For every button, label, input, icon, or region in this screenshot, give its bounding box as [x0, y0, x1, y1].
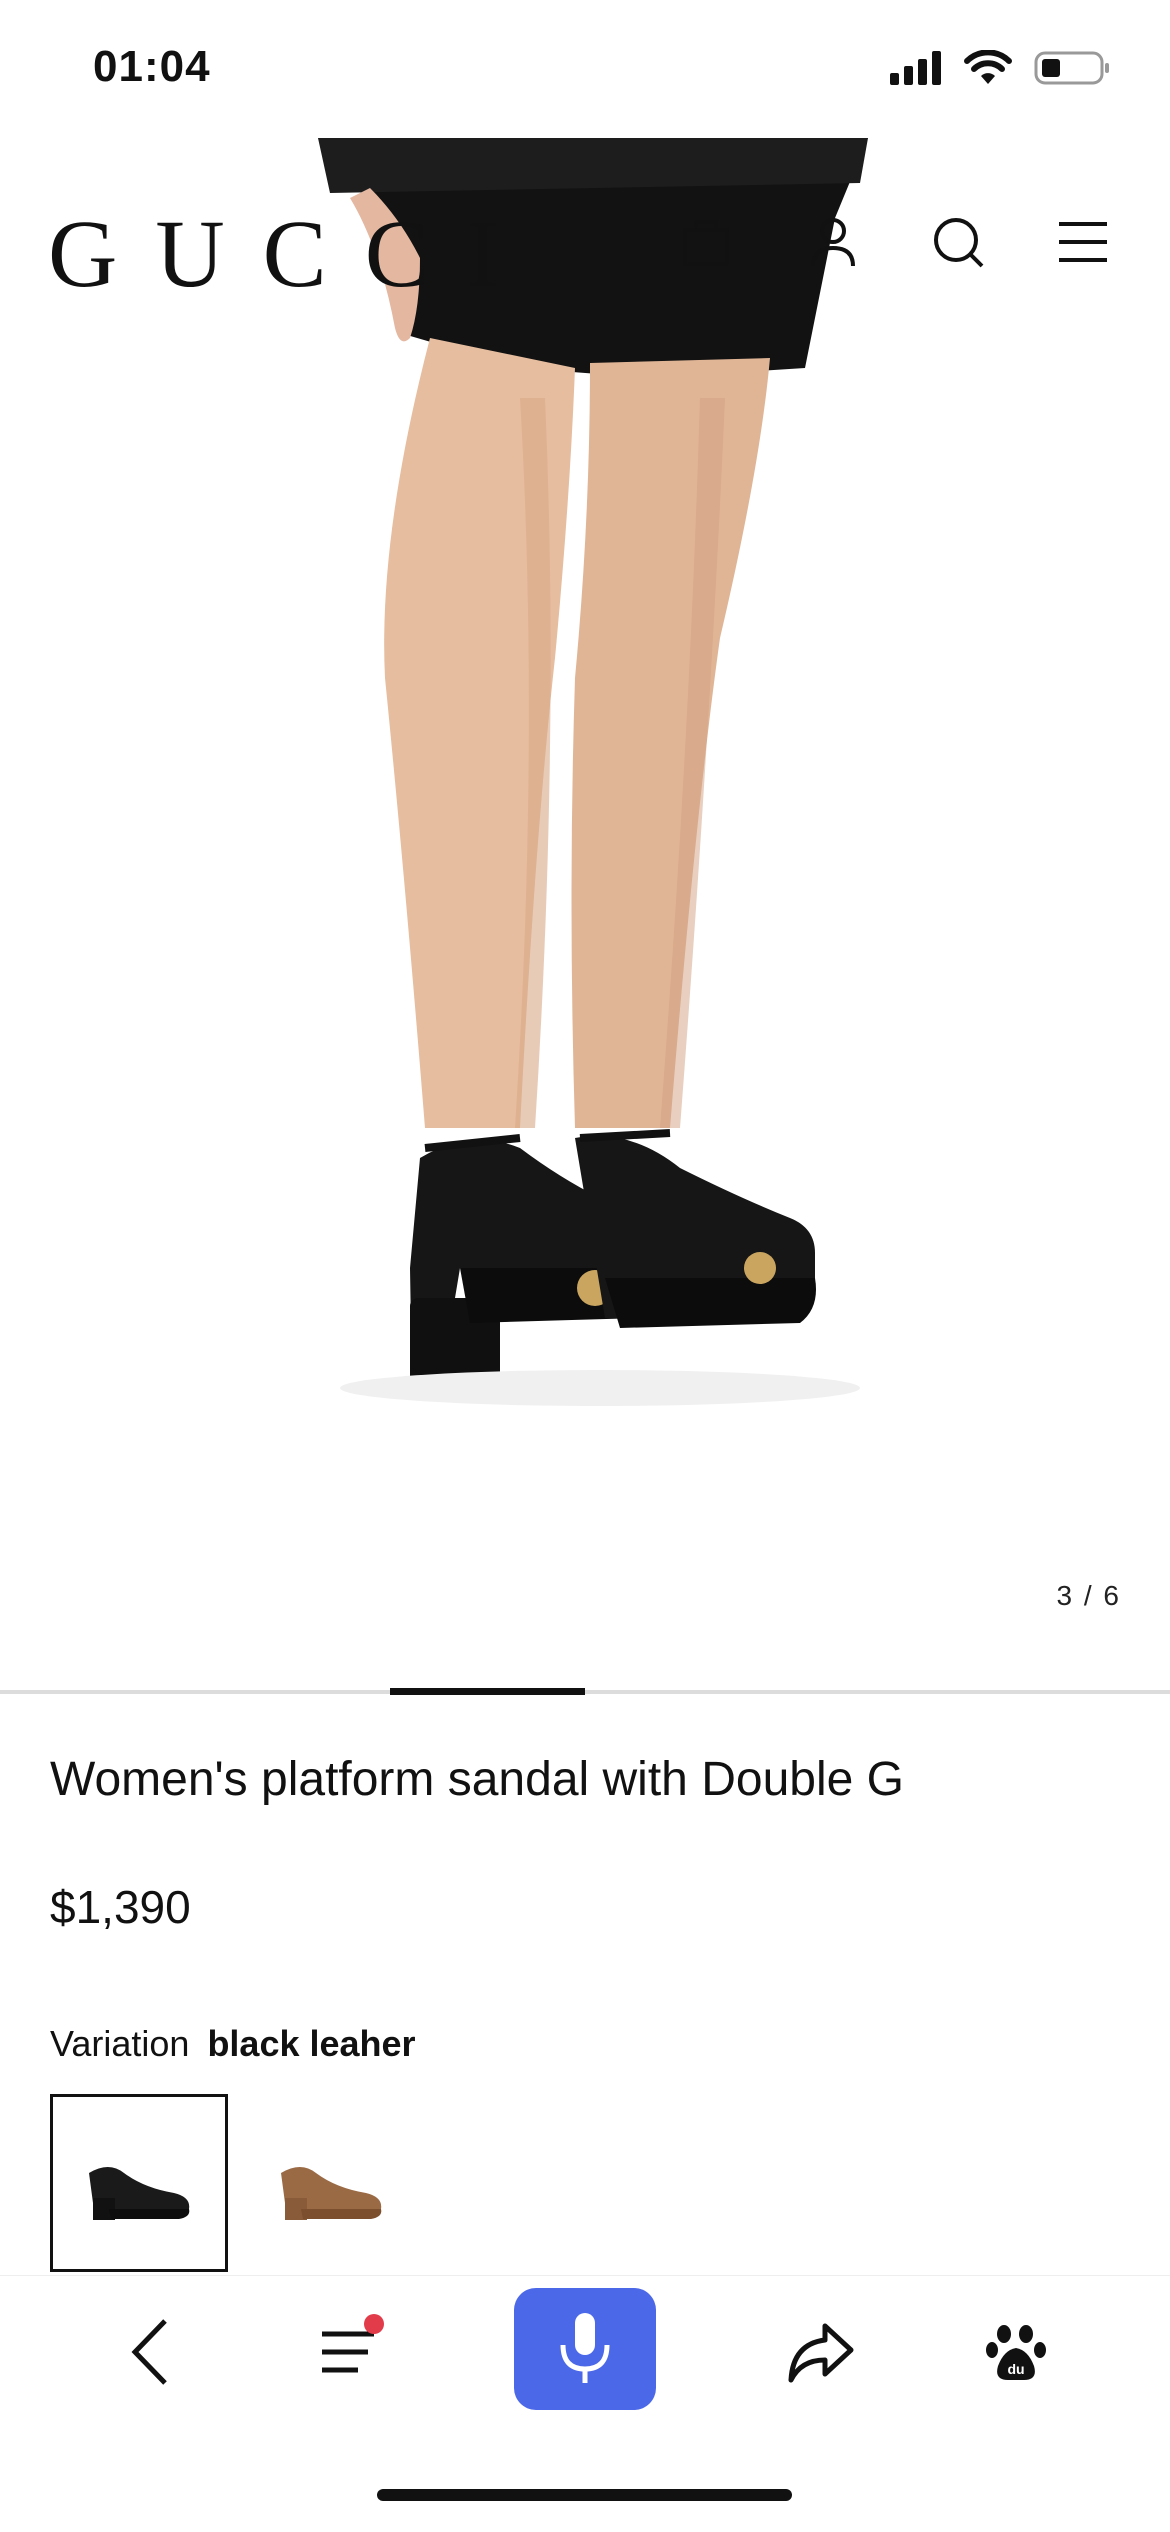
variation-swatches: [50, 2094, 420, 2272]
status-time: 01:04: [93, 42, 211, 91]
gallery-progress-fill: [390, 1688, 585, 1695]
variation-row: Variation black leaher: [50, 2023, 416, 2065]
back-icon: [131, 2319, 167, 2385]
swatch-black-leather[interactable]: [50, 2094, 228, 2272]
notification-dot: [364, 2314, 384, 2334]
wifi-icon: [964, 50, 1012, 84]
microphone-icon: [560, 2313, 610, 2383]
product-photo: [318, 138, 868, 1406]
back-button[interactable]: [102, 2302, 202, 2402]
gallery-counter: 3 / 6: [1056, 1580, 1121, 1611]
variation-label: Variation: [50, 2023, 190, 2064]
home-indicator[interactable]: [377, 2489, 792, 2501]
share-icon: [788, 2323, 854, 2383]
paw-icon: du: [986, 2325, 1046, 2380]
product-title: Women's platform sandal with Double G: [50, 1753, 904, 1806]
product-price: $1,390: [50, 1881, 191, 1933]
product-image[interactable]: [0, 138, 1170, 1693]
gallery-progress: [0, 1688, 1170, 1695]
tabs-button[interactable]: [300, 2302, 400, 2402]
search-icon[interactable]: [928, 212, 988, 272]
baidu-button[interactable]: du: [966, 2302, 1066, 2402]
share-button[interactable]: [770, 2302, 870, 2402]
swatch-brown-leather[interactable]: [242, 2094, 420, 2272]
site-header: GUCCI: [0, 190, 1170, 310]
variation-value: black leaher: [207, 2023, 416, 2064]
shopping-bag-icon[interactable]: [676, 212, 736, 272]
battery-icon: [1034, 51, 1109, 85]
brown-sandal-thumb: [281, 2167, 382, 2220]
voice-search-button[interactable]: [514, 2288, 656, 2410]
account-icon[interactable]: [803, 212, 863, 272]
menu-icon[interactable]: [1053, 212, 1113, 272]
status-bar: 01:04: [0, 0, 1170, 138]
black-sandal-thumb: [89, 2167, 190, 2220]
brand-logo[interactable]: GUCCI: [48, 198, 537, 309]
signal-icon: [890, 51, 941, 85]
browser-toolbar: du: [0, 2275, 1170, 2431]
status-icons: [890, 50, 1110, 86]
svg-text:du: du: [1007, 2361, 1024, 2377]
